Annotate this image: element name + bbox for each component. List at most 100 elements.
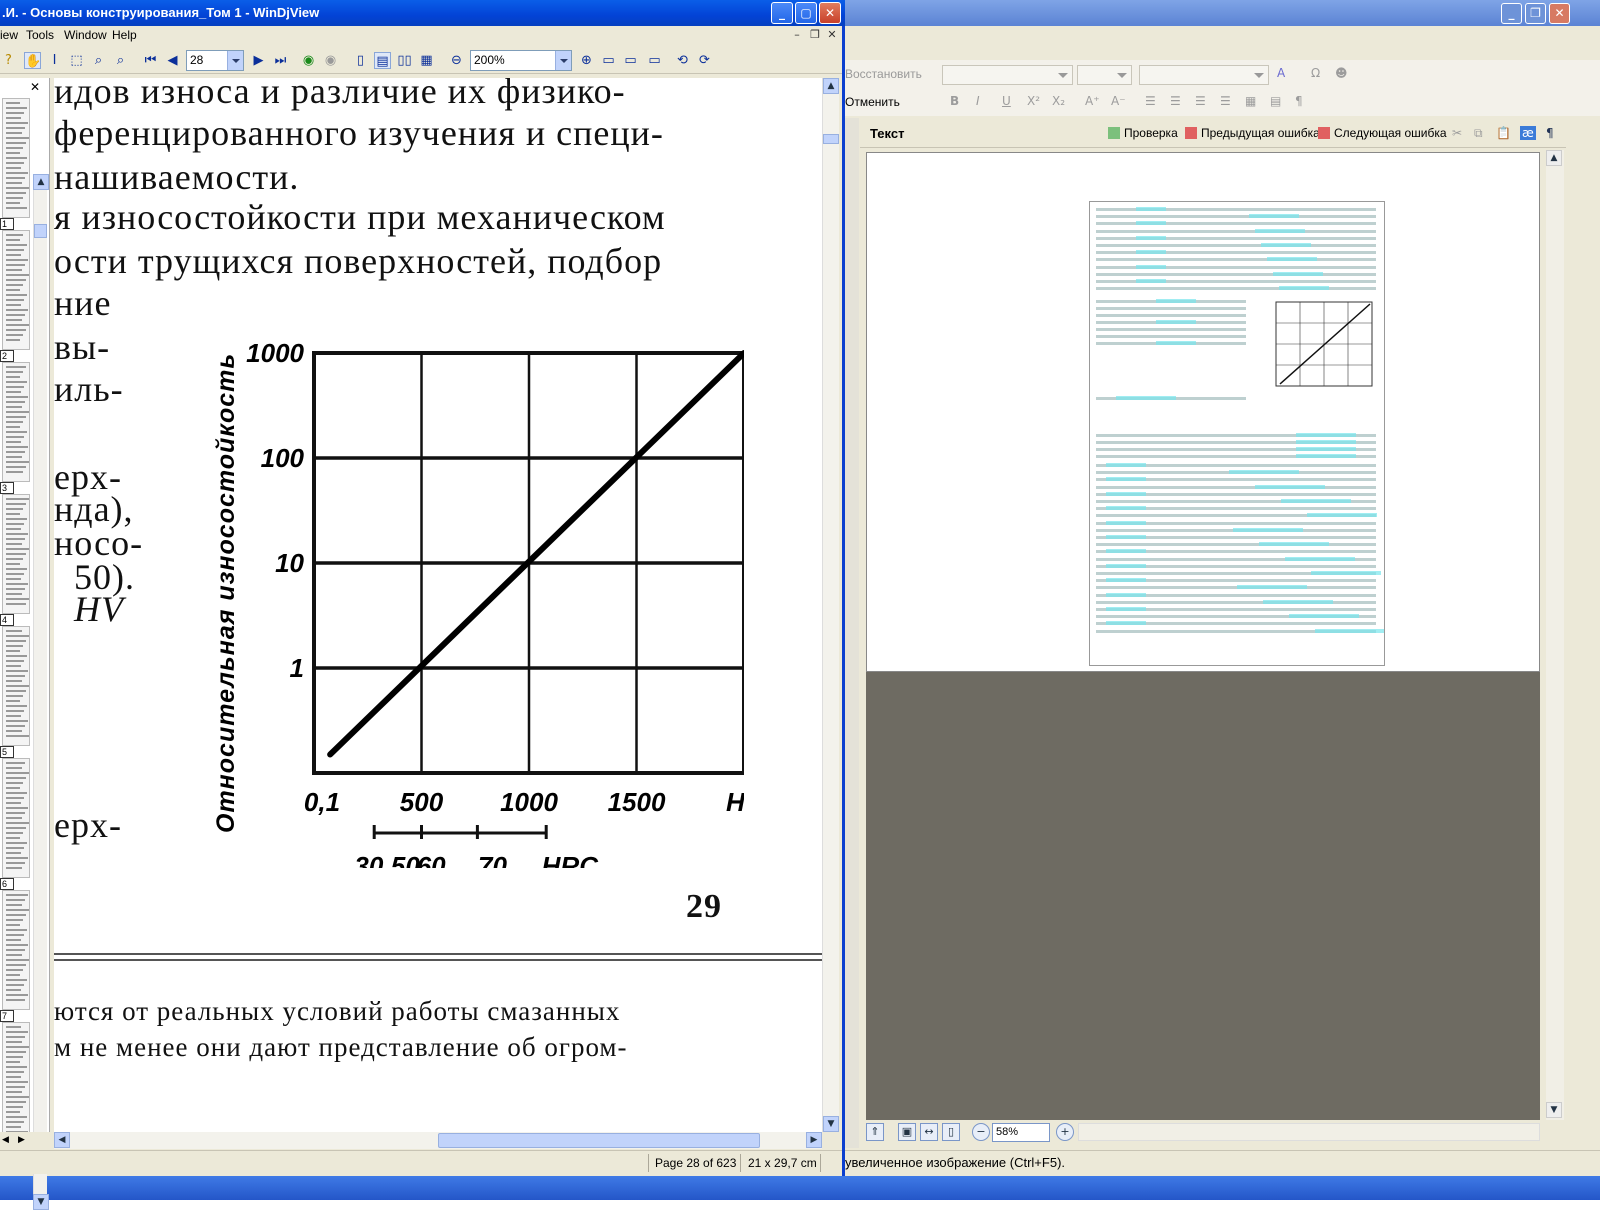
rotate-right-icon[interactable]: ⟳ [696,52,713,69]
zoom-out-icon[interactable]: ⊖ [448,52,465,69]
page-thumbnail[interactable] [2,758,30,878]
thumbnails-scroll-thumb[interactable] [34,224,47,238]
vertical-scroll-thumb[interactable] [823,134,839,144]
preview-vertical-scrollbar[interactable]: ▲ ▼ [1546,150,1564,1120]
close-panel-icon[interactable]: ✕ [30,80,40,94]
scroll-down-icon[interactable]: ▼ [33,1194,49,1210]
zoom-rect-icon[interactable]: ⌕ [112,52,129,69]
check-button[interactable]: Проверка [1108,126,1178,140]
thumbnails-hscroll[interactable]: ◀ ▶ [0,1132,50,1150]
scroll-right-icon[interactable]: ▶ [18,1134,25,1145]
italic-icon[interactable]: I [976,94,980,108]
justify-icon[interactable]: ☰ [1220,94,1231,108]
doc-restore-icon[interactable]: ❐ [808,28,822,42]
indent-icon[interactable]: ▤ [1270,94,1281,108]
menu-view[interactable]: iew [0,28,18,42]
fit-page-icon[interactable]: ▭ [646,52,663,69]
menu-help[interactable]: Help [112,28,137,42]
restore-icon[interactable]: ❐ [1525,3,1546,24]
chevron-down-icon[interactable] [227,51,243,70]
scroll-up-icon[interactable]: ▲ [823,78,839,94]
menu-tools[interactable]: Tools [26,28,54,42]
fit-page-icon[interactable]: ▣ [898,1123,916,1141]
document-view[interactable]: идов износа и различие их физико- ференц… [54,78,822,1132]
thumbnails-scrollbar[interactable]: ▲ ▼ [33,174,49,1210]
table-icon[interactable]: ▦ [1245,94,1256,108]
font-combo[interactable] [1139,65,1269,85]
underline-icon[interactable]: U [1002,94,1011,108]
page-thumbnail[interactable] [2,98,30,218]
forward-icon[interactable]: ◉ [322,52,339,69]
page-thumbnail[interactable] [2,494,30,614]
scroll-left-icon[interactable]: ◀ [54,1132,70,1148]
next-page-icon[interactable]: ▶ [250,52,267,69]
back-icon[interactable]: ◉ [300,52,317,69]
ocr-editor-titlebar[interactable]: _ ❐ ✕ [845,0,1600,26]
fit-up-icon[interactable]: ⇑ [866,1123,884,1141]
cut-icon[interactable]: ✂ [1452,126,1462,140]
scroll-up-icon[interactable]: ▲ [1546,150,1562,166]
paste-icon[interactable]: 📋 [1496,126,1511,140]
scroll-up-icon[interactable]: ▲ [33,174,49,190]
shrink-font-icon[interactable]: A⁻ [1111,94,1126,108]
single-page-icon[interactable]: ▯ [352,52,369,69]
doc-minimize-icon[interactable]: – [790,28,804,42]
minimize-icon[interactable]: _ [1501,3,1522,24]
people-icon[interactable]: ☻ [1335,66,1348,80]
ligature-icon[interactable]: æ [1520,126,1536,140]
restore-label[interactable]: Восстановить [845,67,922,81]
page-thumbnail[interactable] [2,626,30,746]
select-tool-icon[interactable]: I [46,52,63,69]
zoom-combo[interactable]: 200% [470,50,572,71]
size-combo[interactable] [1077,65,1132,85]
align-left-icon[interactable]: ☰ [1145,94,1156,108]
actual-size-icon[interactable]: ▭ [600,52,617,69]
minimize-icon[interactable]: _ [771,2,793,24]
page-thumbnail[interactable] [2,1022,30,1142]
text-preview-area[interactable] [866,152,1540,672]
rect-select-icon[interactable]: ⬚ [68,52,85,69]
fit-width-icon[interactable]: ▭ [622,52,639,69]
prev-error-button[interactable]: Предыдущая ошибка [1185,126,1320,140]
facing-icon[interactable]: ▯▯ [396,52,413,69]
next-error-button[interactable]: Следующая ошибка [1318,126,1447,140]
subscript-icon[interactable]: X₂ [1052,94,1065,108]
close-icon[interactable]: ✕ [1549,3,1570,24]
zoom-in-icon[interactable]: ⊕ [578,52,595,69]
fit-height-icon[interactable]: ▯ [942,1123,960,1141]
hand-tool-icon[interactable]: ✋ [24,52,41,69]
taskbar[interactable] [0,1176,1600,1200]
scroll-left-icon[interactable]: ◀ [2,1134,9,1145]
cancel-label[interactable]: Отменить [845,95,900,109]
windjview-titlebar[interactable]: .И. - Основы конструирования_Том 1 - Win… [0,0,845,26]
style-combo[interactable] [942,65,1073,85]
omega-icon[interactable]: Ω [1311,66,1320,80]
document-horizontal-scrollbar[interactable]: ◀ ▶ [54,1132,822,1149]
page-number-combo[interactable]: 28 [186,50,244,71]
page-thumbnail[interactable] [2,230,30,350]
font-color-icon[interactable]: A [1277,66,1285,80]
close-icon[interactable]: ✕ [819,2,841,24]
continuous-facing-icon[interactable]: ▦ [418,52,435,69]
doc-close-icon[interactable]: ✕ [825,28,839,42]
continuous-icon[interactable]: ▤ [374,52,391,69]
fit-width-icon[interactable]: ↔ [920,1123,938,1141]
rotate-left-icon[interactable]: ⟲ [674,52,691,69]
pilcrow-icon[interactable]: ¶ [1546,126,1554,140]
first-page-icon[interactable]: ⏮ [142,52,159,69]
document-vertical-scrollbar[interactable]: ▲ ▼ [822,78,839,1132]
last-page-icon[interactable]: ⏭ [272,52,289,69]
grow-font-icon[interactable]: A⁺ [1085,94,1100,108]
superscript-icon[interactable]: X² [1027,94,1040,108]
horizontal-scroll-thumb[interactable] [438,1133,760,1148]
chevron-down-icon[interactable] [555,51,571,70]
preview-horizontal-scrollbar[interactable] [1078,1123,1540,1141]
prev-page-icon[interactable]: ◀ [164,52,181,69]
help-icon[interactable]: ? [0,52,17,69]
scroll-down-icon[interactable]: ▼ [1546,1102,1562,1118]
magnify-icon[interactable]: ⌕ [90,52,107,69]
scroll-right-icon[interactable]: ▶ [806,1132,822,1148]
page-thumbnail[interactable] [2,362,30,482]
zoom-out-icon[interactable]: − [972,1123,990,1141]
menu-window[interactable]: Window [64,28,107,42]
